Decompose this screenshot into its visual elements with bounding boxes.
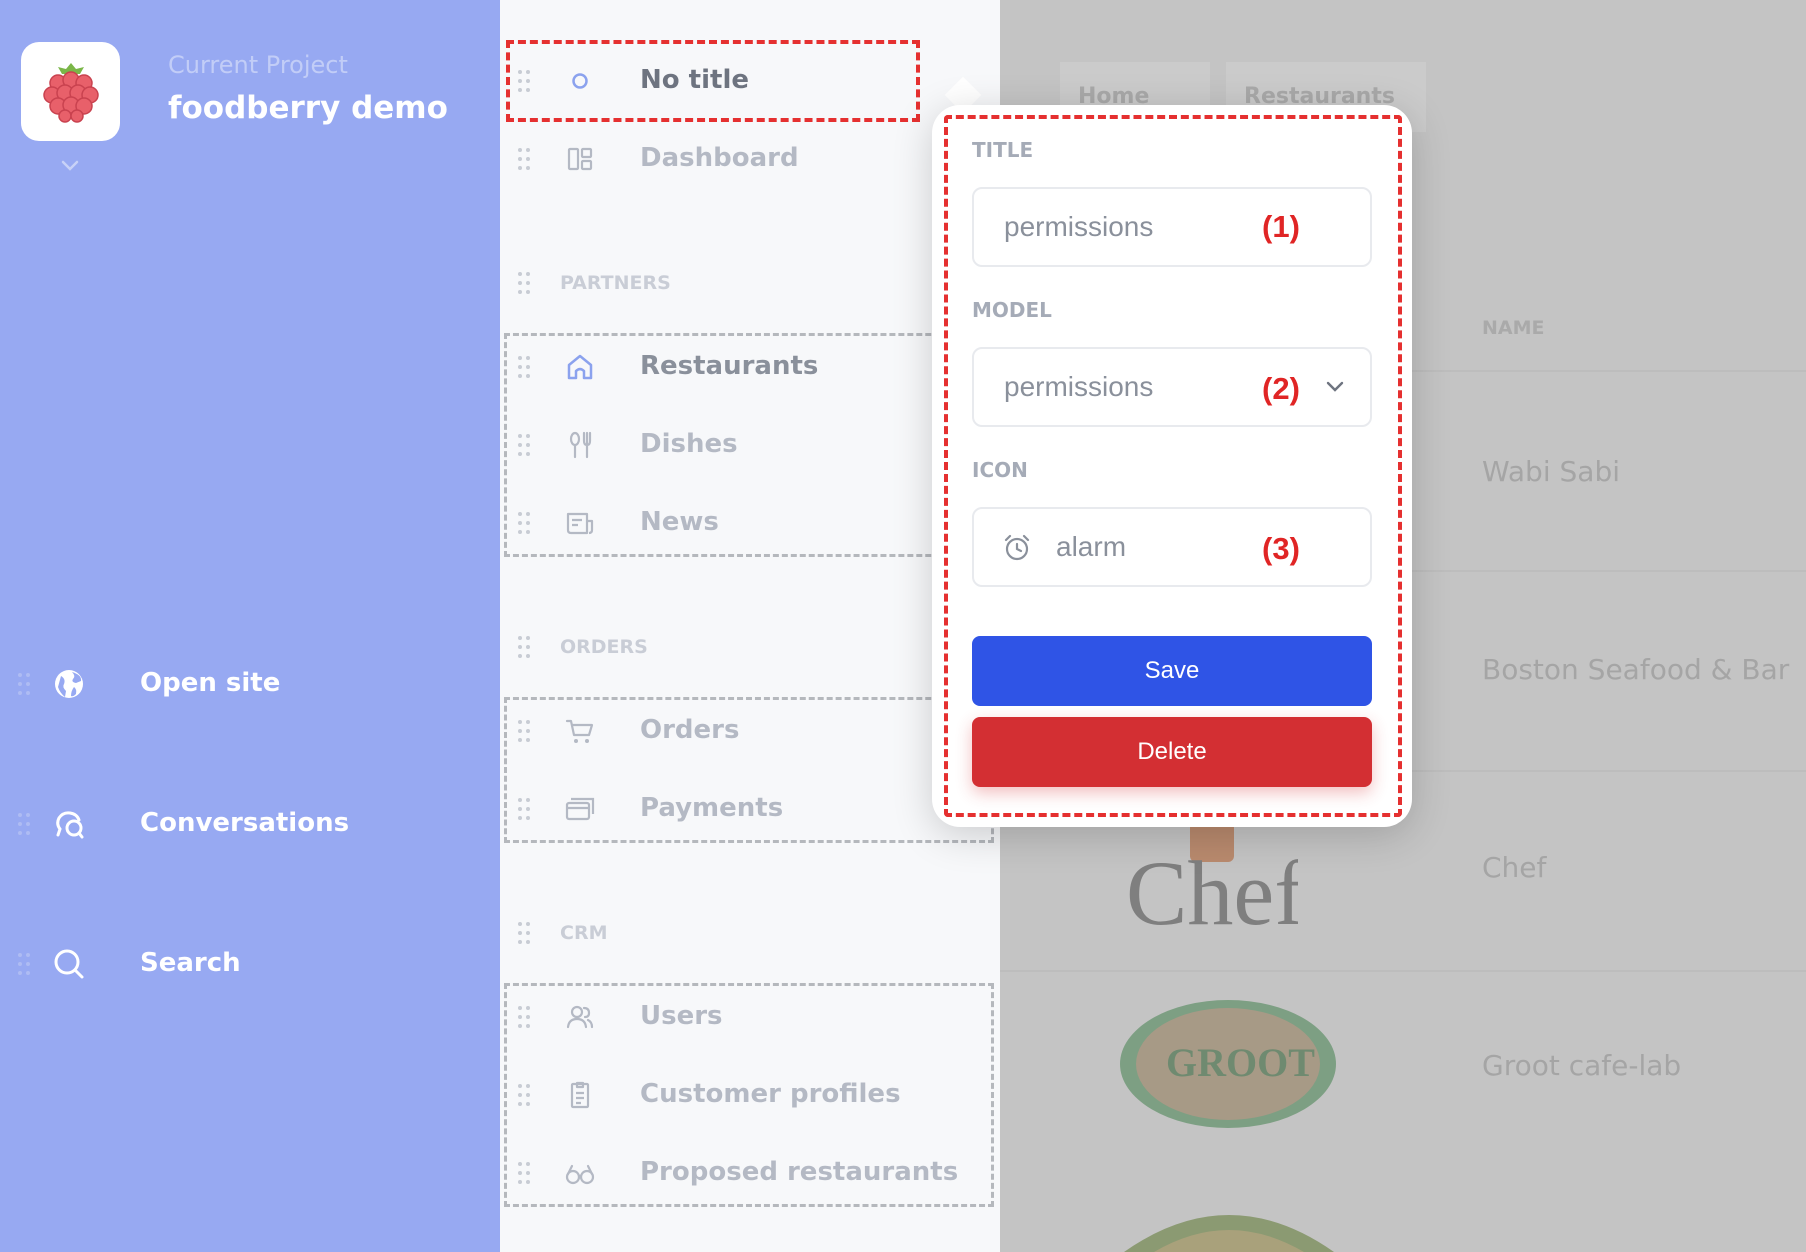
section-title-partners: PARTNERS: [560, 272, 671, 294]
drag-handle-icon[interactable]: [18, 672, 30, 696]
chef-logo-text: Chef: [1126, 842, 1298, 930]
chef-logo: Chef: [1118, 820, 1305, 944]
sidebar-item-label: Conversations: [140, 808, 350, 838]
drag-handle-icon[interactable]: [18, 952, 30, 976]
sidebar-item-conversations[interactable]: Conversations: [0, 794, 500, 854]
highlight-no-title: [506, 40, 920, 122]
restaurant-name[interactable]: Boston Seafood & Bar: [1482, 653, 1789, 686]
group-outline-partners: [504, 333, 994, 557]
sidebar-item-label: Search: [140, 948, 241, 978]
project-name[interactable]: foodberry demo: [168, 90, 448, 126]
chevron-down-icon[interactable]: [60, 158, 80, 174]
dashboard-icon: [567, 147, 593, 171]
globe-icon: [55, 670, 83, 698]
nav-item-label: Dashboard: [640, 143, 799, 173]
section-title-orders: ORDERS: [560, 636, 648, 658]
nav-item-dashboard[interactable]: Dashboard: [500, 129, 1000, 189]
drag-handle-icon[interactable]: [518, 271, 530, 295]
raspberry-logo-icon: [42, 62, 99, 123]
column-header-name: NAME: [1482, 317, 1545, 339]
search-icon: [54, 949, 84, 979]
drag-handle-icon[interactable]: [518, 921, 530, 945]
section-title-crm: CRM: [560, 922, 608, 944]
groot-logo-text: GROOT: [1166, 1040, 1315, 1085]
restaurant-name[interactable]: Groot cafe-lab: [1482, 1049, 1681, 1082]
restaurant-name[interactable]: Wabi Sabi: [1482, 455, 1620, 488]
project-sidebar: Current Project foodberry demo Open site…: [0, 0, 500, 1252]
row-divider: [1000, 970, 1806, 972]
restaurant-name[interactable]: Chef: [1482, 851, 1546, 884]
sidebar-item-search[interactable]: Search: [0, 934, 500, 994]
sidebar-item-label: Open site: [140, 668, 281, 698]
group-outline-crm: [504, 983, 994, 1207]
current-project-label: Current Project: [168, 51, 348, 79]
drag-handle-icon[interactable]: [518, 635, 530, 659]
sidebar-item-open-site[interactable]: Open site: [0, 654, 500, 714]
drag-handle-icon[interactable]: [18, 812, 30, 836]
restaurant-logo-partial: [1124, 1198, 1334, 1252]
group-outline-orders: [504, 697, 994, 843]
drag-handle-icon[interactable]: [518, 147, 530, 171]
highlight-popover: [944, 115, 1402, 817]
edit-menu-item-popover: TITLE permissions (1) MODEL permissions …: [932, 105, 1412, 827]
groot-logo: GROOT: [1118, 1000, 1338, 1128]
navigation-panel: No title Dashboard PARTNERS Restaurants: [500, 0, 1000, 1252]
chat-bubbles-icon: [56, 811, 84, 839]
project-logo[interactable]: [21, 42, 120, 141]
